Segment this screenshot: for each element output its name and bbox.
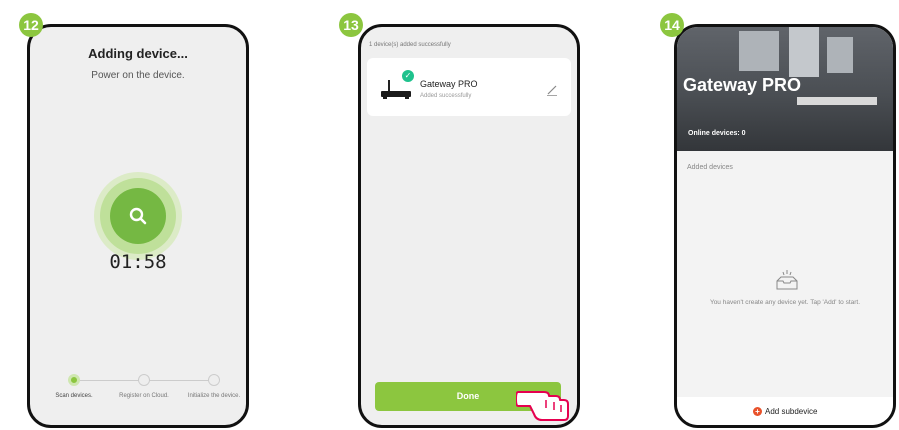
page-subtitle: Power on the device. [91,70,185,81]
add-subdevice-label: Add subdevice [765,407,818,416]
step-label-register: Register on Cloud. [119,393,169,399]
countdown-timer: 01:58 [109,251,167,273]
check-icon: ✓ [402,70,414,82]
step-badge-12: 12 [19,13,43,37]
device-status: Added successfully [420,93,472,99]
window-shape [739,31,779,71]
step-badge-14: 14 [660,13,684,37]
page-title: Adding device... [88,46,188,61]
add-subdevice-button[interactable]: + Add subdevice [753,407,818,417]
bottom-bar: + Add subdevice [677,397,893,425]
step-badge-13: 13 [339,13,363,37]
status-text: 1 device(s) added successfully [369,42,451,48]
plus-icon: + [753,407,762,417]
phone-gateway-home: Gateway PRO Online devices: 0 Added devi… [674,24,896,428]
gateway-title: Gateway PRO [683,75,802,95]
table-shape [797,97,877,105]
step-dot-scan [68,374,80,386]
router-icon [381,80,411,99]
device-name: Gateway PRO [420,79,478,89]
pointing-hand-icon [516,391,569,421]
hero-image: Gateway PRO Online devices: 0 [677,27,893,151]
device-card[interactable]: ✓ Gateway PRO Added successfully [367,58,571,116]
step-label-scan: Scan devices. [55,393,93,399]
search-icon [129,207,147,225]
step-label-initialize: Initialize the device. [187,393,241,399]
phone-adding-device: Adding device... Power on the device. 01… [27,24,249,428]
empty-tray-icon [776,270,798,290]
phone-device-added: 1 device(s) added successfully ✓ Gateway… [358,24,580,428]
window-shape [789,27,819,77]
window-shape [827,37,853,73]
edit-icon[interactable] [546,84,558,96]
empty-state-message: You haven't create any device yet. Tap '… [709,299,861,306]
section-label: Added devices [687,164,733,171]
step-dot-initialize [208,374,220,386]
online-devices-count: Online devices: 0 [688,130,746,137]
step-dot-register [138,374,150,386]
